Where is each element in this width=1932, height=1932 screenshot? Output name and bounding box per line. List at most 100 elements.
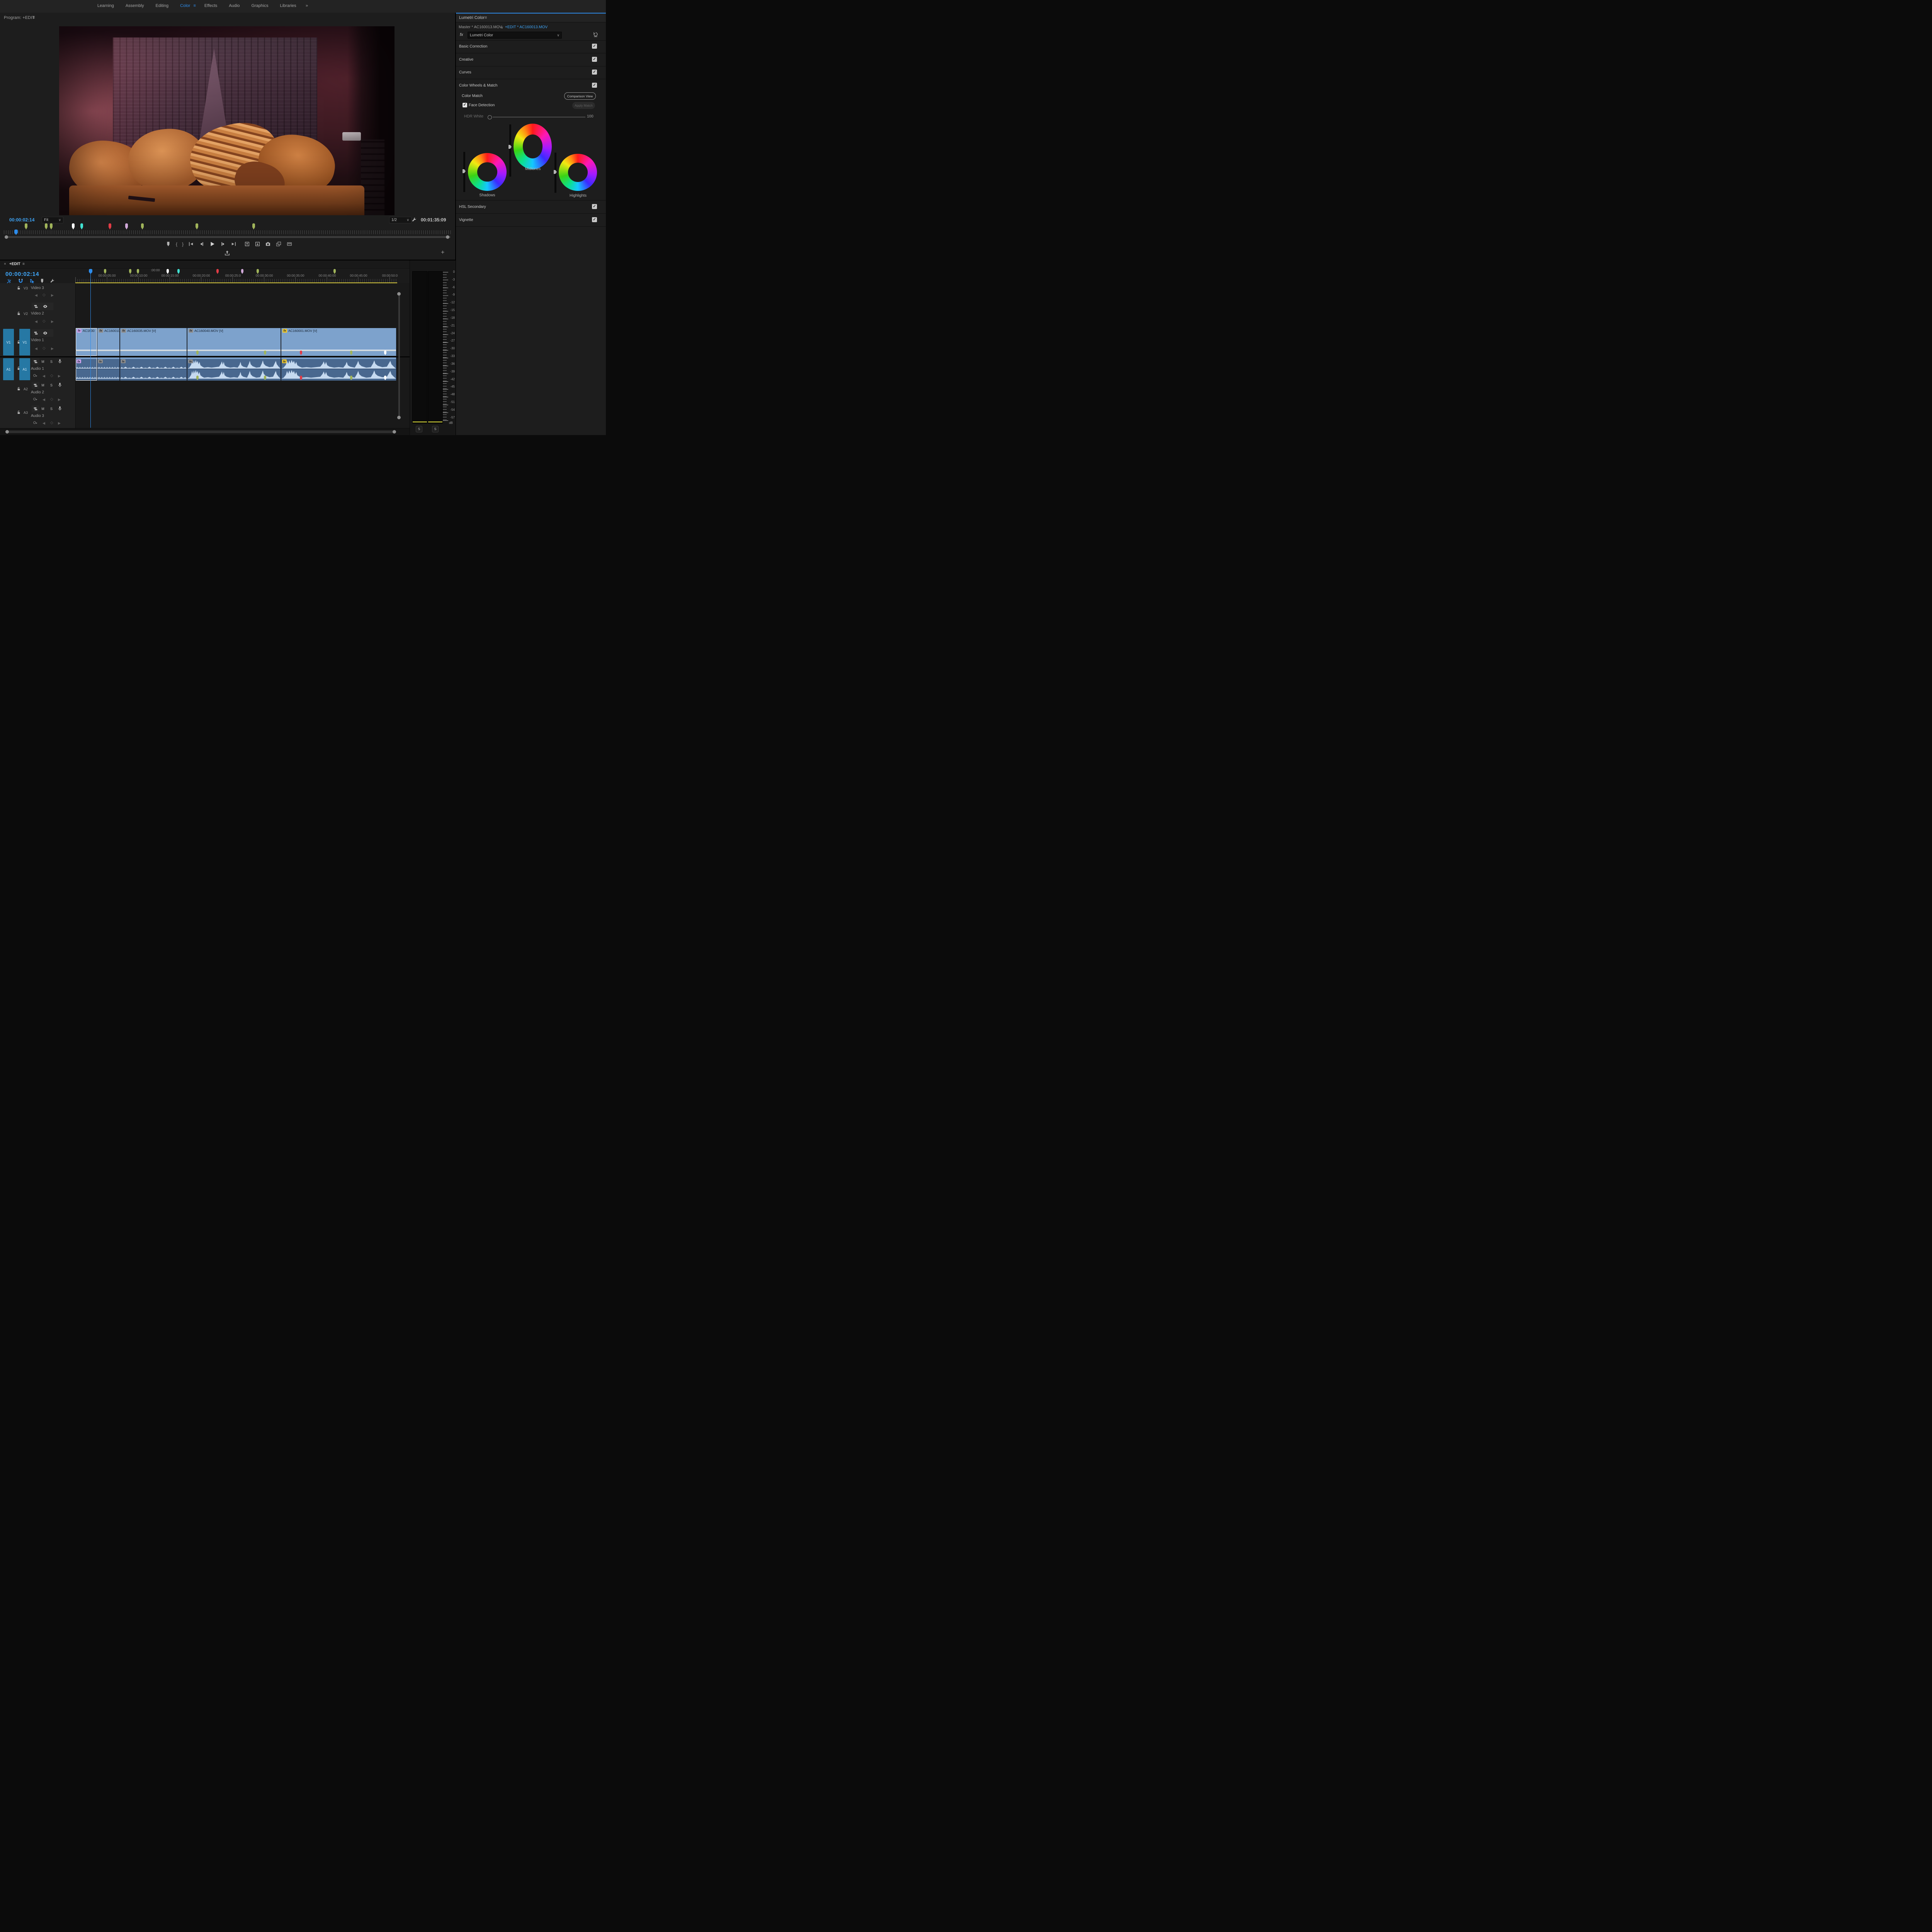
sync-lock-icon[interactable] — [33, 359, 38, 364]
track-target-v2[interactable]: V2 — [24, 312, 28, 316]
add-keyframe-icon[interactable]: ◇ — [43, 319, 46, 323]
track-name[interactable]: Video 1 — [31, 338, 44, 342]
color-tab-menu-icon[interactable]: ≡ — [193, 3, 196, 8]
next-keyframe-icon[interactable]: ▶ — [58, 374, 61, 378]
video-clip[interactable]: fxAC1630 — [76, 328, 97, 356]
fx-badge[interactable]: fx — [77, 359, 81, 363]
button-editor-icon[interactable] — [286, 241, 293, 247]
voiceover-mic-icon[interactable] — [57, 382, 63, 388]
voiceover-mic-icon[interactable] — [57, 359, 63, 364]
program-panel-menu-icon[interactable]: ≡ — [32, 15, 35, 20]
add-keyframe-icon[interactable]: ◇ — [50, 374, 53, 378]
sequence-marker[interactable] — [45, 223, 48, 230]
tab-graphics[interactable]: Graphics — [251, 3, 268, 8]
prev-keyframe-icon[interactable]: ◀ — [43, 421, 45, 425]
lock-icon[interactable] — [16, 410, 21, 415]
track-name[interactable]: Audio 1 — [31, 367, 44, 371]
source-patch-v1[interactable]: V1 — [3, 329, 14, 355]
sequence-tab[interactable]: +EDIT — [9, 262, 20, 266]
playback-resolution-select[interactable]: 1/2 ∨ — [389, 217, 412, 223]
solo-right-button[interactable]: S — [432, 426, 439, 432]
section-hsl-secondary[interactable]: HSL Secondary — [459, 205, 486, 209]
program-current-timecode[interactable]: 00:00:02:14 — [9, 217, 34, 223]
reset-effect-icon[interactable] — [593, 32, 599, 37]
monitor-scrollbar-right-handle[interactable] — [446, 235, 449, 239]
step-forward-icon[interactable] — [220, 241, 226, 247]
comparison-view-icon[interactable] — [276, 241, 282, 247]
sequence-marker[interactable] — [50, 223, 53, 230]
sequence-marker[interactable] — [25, 223, 27, 230]
video-clip[interactable]: fxAC160040.MOV [V] — [187, 328, 281, 356]
prev-keyframe-icon[interactable]: ◀ — [35, 320, 37, 324]
timeline-panel-menu-icon[interactable]: ≡ — [22, 262, 25, 266]
keyframe-type-icon[interactable]: O▾ — [33, 421, 37, 425]
fx-badge[interactable]: fx — [121, 329, 126, 333]
audio-clip[interactable]: fx — [97, 357, 120, 381]
sequence-marker[interactable] — [125, 223, 128, 230]
hdr-white-value[interactable]: 100 — [587, 114, 594, 119]
section-vignette[interactable]: Vignette — [459, 218, 473, 222]
h-scroll-right-handle[interactable] — [393, 430, 396, 434]
comparison-view-button[interactable]: Comparison View — [564, 92, 596, 100]
vignette-checkbox[interactable]: ✓ — [592, 217, 597, 222]
monitor-settings-wrench-icon[interactable] — [411, 217, 417, 223]
lock-icon[interactable] — [16, 386, 21, 391]
audio-clip[interactable]: fx — [76, 357, 97, 381]
track-name[interactable]: Audio 2 — [31, 390, 44, 395]
prev-keyframe-icon[interactable]: ◀ — [43, 398, 45, 402]
hdr-white-slider-knob[interactable] — [488, 115, 492, 119]
track-target-v3[interactable]: V3 — [24, 286, 28, 290]
mark-out-icon[interactable]: } — [182, 242, 184, 247]
next-keyframe-icon[interactable]: ▶ — [58, 421, 61, 425]
face-detection-checkbox[interactable]: ✓ — [463, 103, 467, 107]
next-keyframe-icon[interactable]: ▶ — [51, 320, 54, 324]
add-keyframe-icon[interactable]: ◇ — [50, 421, 53, 425]
sequence-marker[interactable] — [196, 223, 198, 230]
prev-keyframe-icon[interactable]: ◀ — [35, 293, 37, 298]
fx-badge[interactable]: fx — [121, 359, 126, 363]
face-detection-label[interactable]: Face Detection — [469, 103, 495, 107]
section-color-wheels-match[interactable]: Color Wheels & Match — [459, 83, 497, 88]
monitor-scrollbar-left-handle[interactable] — [5, 235, 8, 239]
highlights-color-wheel[interactable] — [559, 154, 597, 191]
creative-checkbox[interactable]: ✓ — [592, 57, 597, 62]
tab-learning[interactable]: Learning — [97, 3, 114, 8]
go-to-out-icon[interactable] — [231, 241, 236, 247]
audio-clip[interactable]: fx — [187, 357, 281, 381]
audio-clip[interactable]: fx — [281, 357, 396, 381]
workspace-overflow-icon[interactable]: » — [306, 3, 308, 8]
keyframe-type-icon[interactable]: O▾ — [33, 397, 37, 401]
lift-icon[interactable] — [244, 241, 250, 247]
video-clip[interactable]: fxAC160001.MOV [V] — [281, 328, 396, 356]
solo-button[interactable]: S — [49, 360, 54, 364]
lumetri-panel-menu-icon[interactable]: ≡ — [485, 15, 487, 20]
shadows-color-wheel[interactable] — [468, 153, 507, 191]
timeline-add-marker-icon[interactable] — [39, 278, 45, 284]
prev-keyframe-icon[interactable]: ◀ — [43, 374, 45, 378]
next-keyframe-icon[interactable]: ▶ — [51, 293, 54, 298]
fx-badge[interactable]: fx — [98, 359, 103, 363]
prev-keyframe-icon[interactable]: ◀ — [35, 347, 37, 351]
tab-libraries[interactable]: Libraries — [280, 3, 296, 8]
monitor-scrollbar[interactable] — [5, 236, 451, 238]
step-back-icon[interactable] — [199, 241, 204, 247]
track-target-a3[interactable]: A3 — [24, 411, 28, 415]
track-name[interactable]: Video 3 — [31, 286, 44, 290]
tab-editing[interactable]: Editing — [156, 3, 169, 8]
sequence-marker[interactable] — [141, 223, 144, 230]
apply-match-button[interactable]: Apply Match — [572, 102, 595, 109]
close-icon[interactable]: × — [4, 262, 6, 266]
add-marker-icon[interactable] — [165, 241, 171, 247]
tab-audio[interactable]: Audio — [229, 3, 240, 8]
fx-badge[interactable]: fx — [188, 359, 193, 363]
add-keyframe-icon[interactable]: ◇ — [43, 346, 46, 350]
fx-badge[interactable]: fx — [189, 329, 193, 333]
section-creative[interactable]: Creative — [459, 58, 473, 62]
track-name[interactable]: Video 2 — [31, 311, 44, 316]
next-keyframe-icon[interactable]: ▶ — [58, 398, 61, 402]
audio-clip[interactable]: fx — [120, 357, 187, 381]
sequence-marker[interactable] — [109, 223, 111, 230]
solo-button[interactable]: S — [49, 407, 54, 411]
add-keyframe-icon[interactable]: ◇ — [50, 397, 53, 401]
add-button[interactable]: + — [441, 249, 444, 256]
